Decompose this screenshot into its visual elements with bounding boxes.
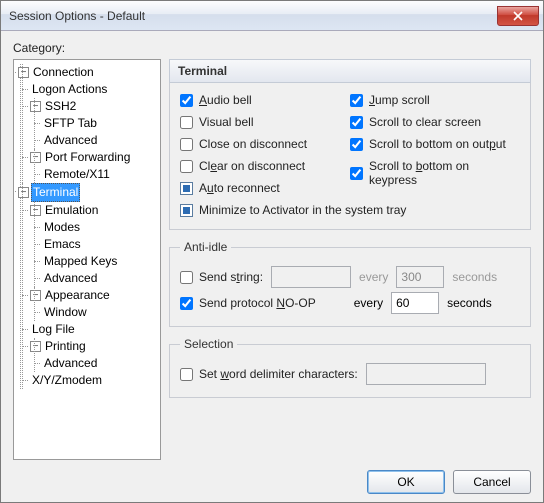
scroll-output-checkbox[interactable]: Scroll to bottom on output bbox=[350, 137, 520, 151]
every-label-1: every bbox=[359, 270, 388, 284]
tree-ssh2[interactable]: SSH2 bbox=[43, 98, 78, 115]
tree-connection[interactable]: Connection bbox=[31, 64, 96, 81]
close-button[interactable] bbox=[497, 6, 539, 26]
word-delimiter-checkbox[interactable]: Set word delimiter characters: bbox=[180, 367, 358, 381]
selection-legend: Selection bbox=[180, 337, 237, 351]
auto-reconnect-checkbox[interactable]: Auto reconnect bbox=[180, 181, 350, 195]
visual-bell-checkbox[interactable]: Visual bell bbox=[180, 115, 350, 129]
tree-toggle-terminal[interactable]: − bbox=[18, 187, 29, 198]
tree-appearance[interactable]: Appearance bbox=[43, 287, 112, 304]
settings-panel: Terminal Audio bell Visual bell Close on… bbox=[169, 59, 531, 460]
tree-mapped-keys[interactable]: Mapped Keys bbox=[42, 253, 119, 270]
tree-toggle-emulation[interactable]: − bbox=[30, 205, 41, 216]
dialog-footer: OK Cancel bbox=[13, 460, 531, 494]
category-tree[interactable]: −Connection Logon Actions −SSH2 SFTP Tab… bbox=[13, 59, 161, 460]
terminal-options-group: Audio bell Visual bell Close on disconne… bbox=[169, 83, 531, 230]
seconds-label-2: seconds bbox=[447, 296, 492, 310]
panel-title: Terminal bbox=[169, 59, 531, 83]
string-interval-input[interactable] bbox=[396, 266, 444, 288]
tree-advanced-print[interactable]: Advanced bbox=[42, 355, 99, 372]
clear-on-disconnect-checkbox[interactable]: Clear on disconnect bbox=[180, 159, 350, 173]
anti-idle-group: Anti-idle Send string: every seconds Sen… bbox=[169, 240, 531, 327]
seconds-label-1: seconds bbox=[452, 270, 497, 284]
tree-xyzmodem[interactable]: X/Y/Zmodem bbox=[30, 372, 104, 389]
tree-printing[interactable]: Printing bbox=[43, 338, 88, 355]
tree-modes[interactable]: Modes bbox=[42, 219, 82, 236]
tree-toggle-connection[interactable]: − bbox=[18, 67, 29, 78]
tree-toggle-appearance[interactable]: − bbox=[30, 290, 41, 301]
send-string-input[interactable] bbox=[271, 266, 351, 288]
ok-button[interactable]: OK bbox=[367, 470, 445, 494]
tree-emacs[interactable]: Emacs bbox=[42, 236, 83, 253]
scroll-clear-checkbox[interactable]: Scroll to clear screen bbox=[350, 115, 520, 129]
session-options-dialog: Session Options - Default Category: −Con… bbox=[0, 0, 544, 503]
tree-advanced-ssh2[interactable]: Advanced bbox=[42, 132, 99, 149]
category-label: Category: bbox=[13, 41, 531, 55]
close-on-disconnect-checkbox[interactable]: Close on disconnect bbox=[180, 137, 350, 151]
tree-toggle-ssh2[interactable]: − bbox=[30, 101, 41, 112]
audio-bell-checkbox[interactable]: Audio bell bbox=[180, 93, 350, 107]
tree-emulation[interactable]: Emulation bbox=[43, 202, 100, 219]
scroll-keypress-checkbox[interactable]: Scroll to bottom on keypress bbox=[350, 159, 520, 187]
tree-sftp-tab[interactable]: SFTP Tab bbox=[42, 115, 99, 132]
tree-advanced-emu[interactable]: Advanced bbox=[42, 270, 99, 287]
word-delimiter-input[interactable] bbox=[366, 363, 486, 385]
noop-interval-input[interactable] bbox=[391, 292, 439, 314]
send-noop-checkbox[interactable]: Send protocol NO-OP bbox=[180, 296, 316, 310]
minimize-tray-checkbox[interactable]: Minimize to Activator in the system tray bbox=[180, 203, 520, 217]
every-label-2: every bbox=[354, 296, 383, 310]
tree-remote-x11[interactable]: Remote/X11 bbox=[42, 166, 112, 183]
tree-logon-actions[interactable]: Logon Actions bbox=[30, 81, 109, 98]
tree-port-forwarding[interactable]: Port Forwarding bbox=[43, 149, 132, 166]
tree-terminal[interactable]: Terminal bbox=[31, 183, 80, 202]
anti-idle-legend: Anti-idle bbox=[180, 240, 231, 254]
send-string-checkbox[interactable]: Send string: bbox=[180, 270, 263, 284]
tree-toggle-printing[interactable]: − bbox=[30, 341, 41, 352]
tree-window[interactable]: Window bbox=[42, 304, 89, 321]
selection-group: Selection Set word delimiter characters: bbox=[169, 337, 531, 398]
tree-toggle-portfwd[interactable]: − bbox=[30, 152, 41, 163]
window-title: Session Options - Default bbox=[9, 9, 497, 23]
close-icon bbox=[513, 11, 523, 21]
jump-scroll-checkbox[interactable]: Jump scroll bbox=[350, 93, 520, 107]
titlebar[interactable]: Session Options - Default bbox=[1, 1, 543, 31]
cancel-button[interactable]: Cancel bbox=[453, 470, 531, 494]
tree-log-file[interactable]: Log File bbox=[30, 321, 77, 338]
client-area: Category: −Connection Logon Actions −SSH… bbox=[1, 31, 543, 502]
